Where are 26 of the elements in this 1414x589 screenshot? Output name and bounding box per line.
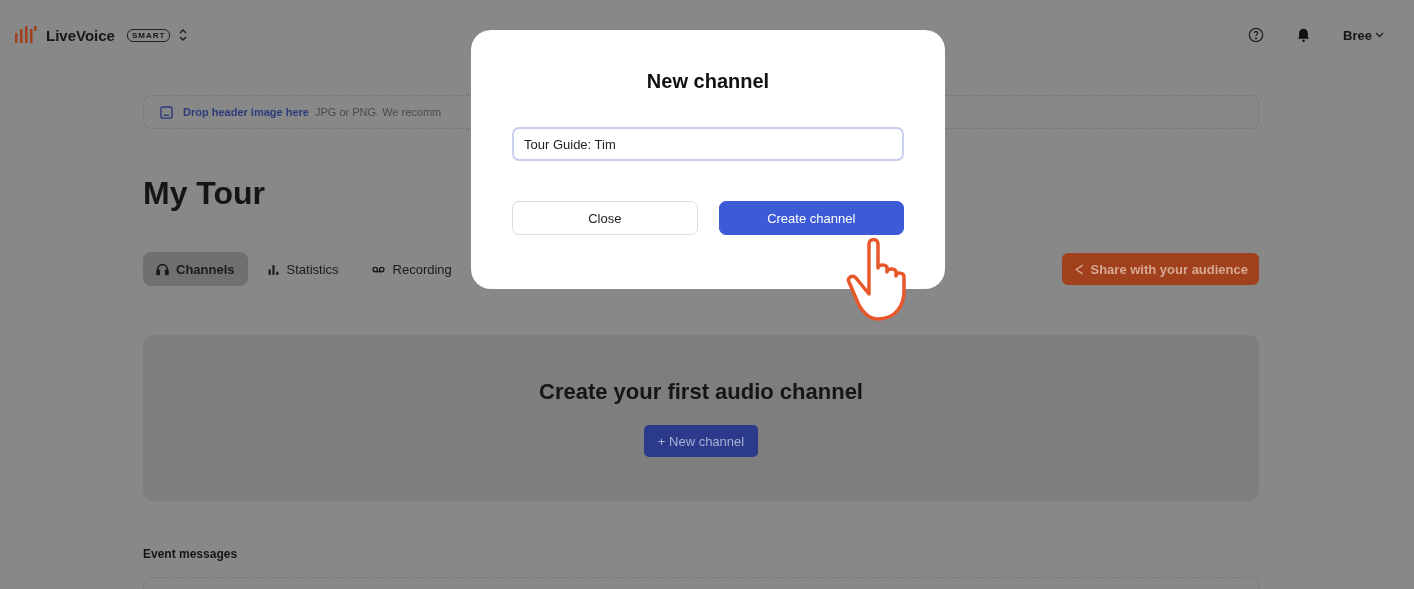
share-button[interactable]: Share with your audience bbox=[1061, 253, 1259, 285]
brand-name: LiveVoice bbox=[46, 26, 115, 44]
plan-badge: SMART bbox=[126, 28, 171, 42]
bar-chart-icon bbox=[266, 262, 280, 276]
page-title: My Tour bbox=[143, 175, 267, 212]
headphones-icon bbox=[156, 262, 169, 276]
empty-state-heading: Create your first audio channel bbox=[539, 379, 863, 405]
section-label: Event messages bbox=[143, 547, 239, 561]
tab[interactable]: Recording bbox=[357, 252, 465, 286]
tab[interactable]: Statistics bbox=[253, 252, 352, 286]
tab[interactable]: Channels bbox=[143, 252, 248, 286]
chevron-down-icon bbox=[1375, 32, 1384, 38]
new-channel-button[interactable]: + New channel bbox=[643, 425, 759, 457]
close-button[interactable]: Close bbox=[512, 201, 698, 235]
bell-icon[interactable] bbox=[1296, 27, 1312, 43]
share-icon bbox=[1072, 262, 1086, 276]
channel-name-field[interactable]: Tour Guide: Tim bbox=[512, 127, 904, 161]
help-icon[interactable] bbox=[1248, 27, 1265, 43]
image-icon bbox=[160, 105, 173, 119]
drop-image-link[interactable]: Drop header image here bbox=[183, 106, 309, 118]
user-menu[interactable]: Bree bbox=[1343, 27, 1384, 43]
create-button[interactable]: Create channel bbox=[718, 201, 904, 235]
chevron-updown-icon[interactable] bbox=[178, 28, 189, 42]
dialog-title: New channel bbox=[646, 70, 770, 93]
image-format-hint: JPG or PNG. We recomm bbox=[314, 106, 442, 118]
sound-bars-logo-icon bbox=[14, 25, 38, 45]
